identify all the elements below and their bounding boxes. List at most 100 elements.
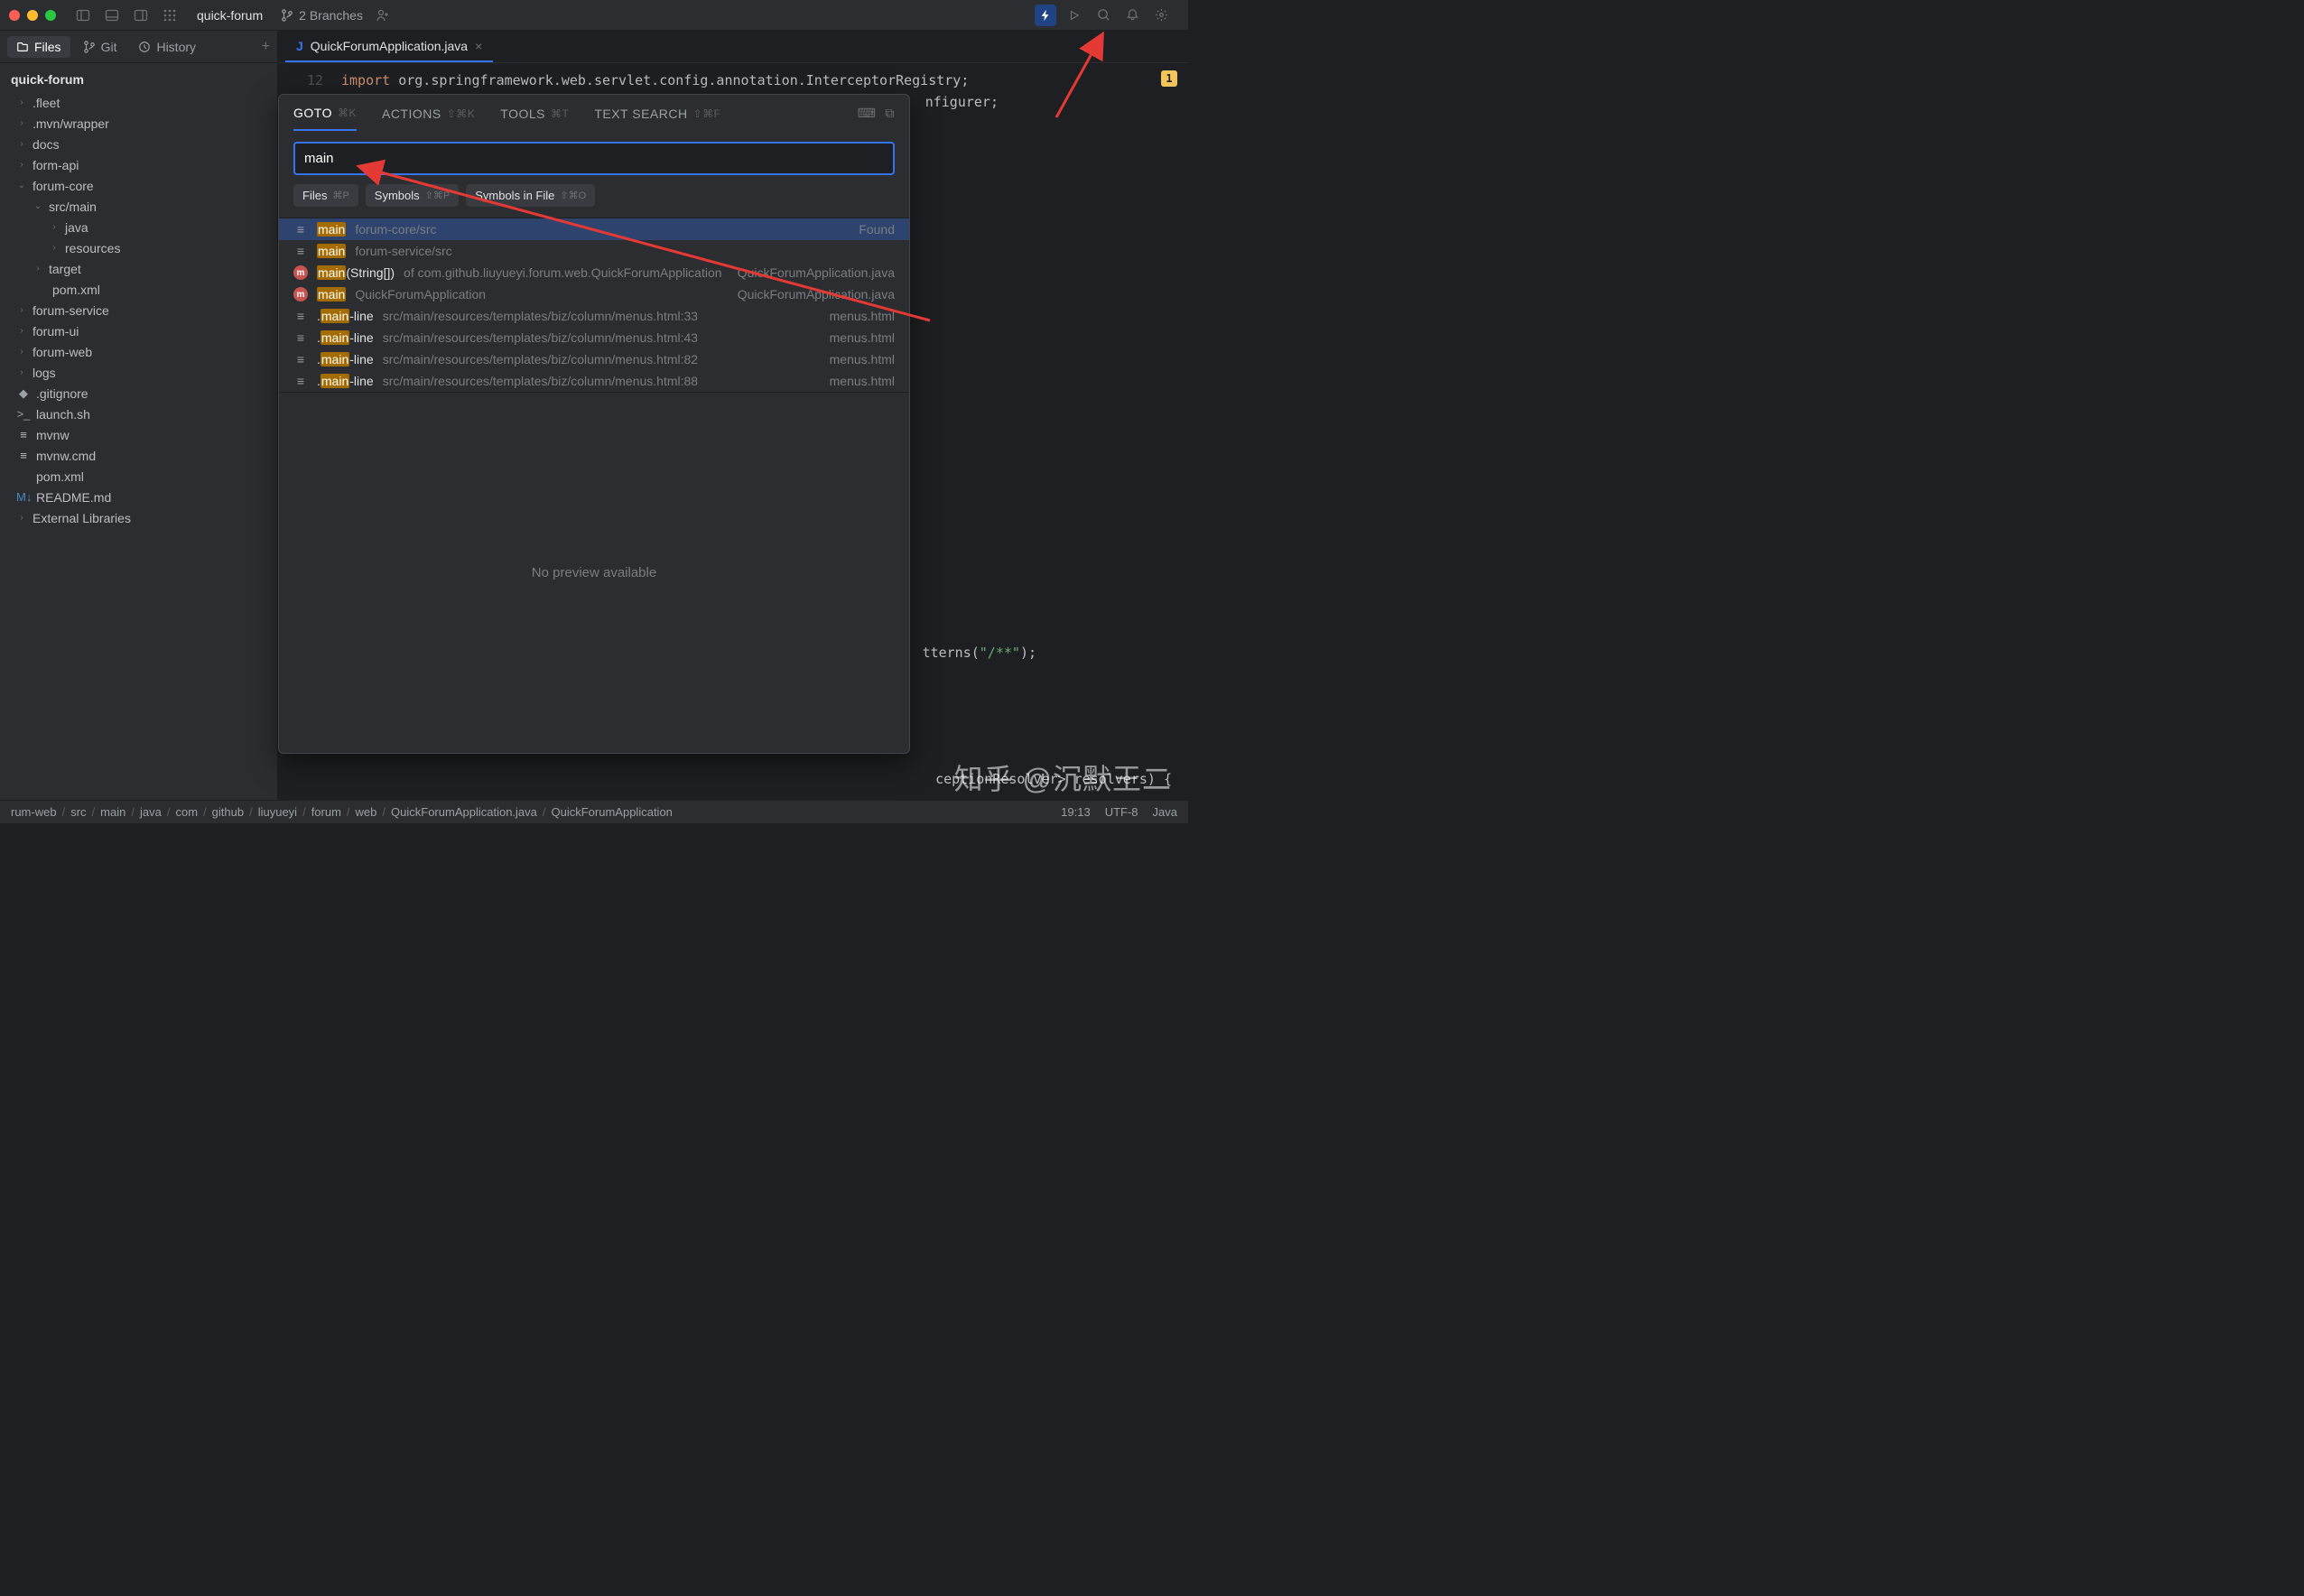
add-panel-icon[interactable]: + [262, 39, 270, 55]
keyboard-icon[interactable]: ⌨ [858, 106, 877, 131]
cursor-position[interactable]: 19:13 [1061, 805, 1091, 819]
crumb[interactable]: web [356, 805, 377, 819]
language-mode[interactable]: Java [1153, 805, 1177, 819]
window-controls [9, 10, 56, 21]
result-row[interactable]: ≡main forum-core/srcFound [279, 218, 909, 240]
tree-node[interactable]: pom.xml [0, 466, 277, 487]
sidebar-tab-git[interactable]: Git [74, 36, 126, 58]
crumb[interactable]: QuickForumApplication.java [391, 805, 537, 819]
tree-node-label: docs [33, 137, 60, 152]
close-window-icon[interactable] [9, 10, 20, 21]
settings-icon[interactable] [1150, 5, 1172, 26]
code-fragment: nfigurer; [925, 92, 999, 112]
run-icon[interactable] [1064, 5, 1085, 26]
tree-node[interactable]: ›logs [0, 362, 277, 383]
result-row[interactable]: mmain QuickForumApplicationQuickForumApp… [279, 283, 909, 305]
crumb[interactable]: com [175, 805, 198, 819]
tree-node-label: resources [65, 241, 120, 255]
warnings-badge[interactable]: 1 [1161, 70, 1177, 87]
tree-node-label: forum-ui [33, 324, 79, 339]
folder-icon [16, 41, 29, 53]
tree-node[interactable]: ›.mvn/wrapper [0, 113, 277, 134]
goto-input[interactable] [293, 142, 895, 175]
history-icon [138, 41, 151, 53]
filter-chip[interactable]: Symbols⇧⌘P [366, 184, 459, 207]
tree-node[interactable]: › resources [0, 237, 277, 258]
result-row[interactable]: ≡.main-line src/main/resources/templates… [279, 348, 909, 370]
sidebar-tab-files[interactable]: Files [7, 36, 70, 58]
tree-node[interactable]: ≡mvnw.cmd [0, 445, 277, 466]
panel-bottom-icon[interactable] [101, 5, 123, 26]
result-row[interactable]: ≡main forum-service/src [279, 240, 909, 262]
result-row[interactable]: ≡.main-line src/main/resources/templates… [279, 305, 909, 327]
expand-arrow-icon: › [49, 243, 60, 253]
crumb[interactable]: forum [311, 805, 341, 819]
breadcrumbs[interactable]: rum-web/src/main/java/com/github/liuyuey… [11, 805, 673, 819]
tree-node[interactable]: › External Libraries [0, 507, 277, 528]
crumb[interactable]: main [100, 805, 125, 819]
tree-node[interactable]: ›docs [0, 134, 277, 154]
tree-node[interactable]: ›.fleet [0, 92, 277, 113]
crumb[interactable]: github [212, 805, 244, 819]
tree-node-label: src/main [49, 200, 97, 214]
result-type-icon: ≡ [293, 352, 308, 367]
add-collaborator-icon[interactable] [372, 5, 394, 26]
expand-arrow-icon: › [16, 513, 27, 523]
tree-node[interactable]: ›forum-ui [0, 320, 277, 341]
close-tab-icon[interactable]: × [475, 39, 482, 53]
file-type-icon: ◆ [16, 386, 31, 401]
tree-node[interactable]: pom.xml [0, 279, 277, 300]
goto-tab[interactable]: GOTO⌘K [293, 106, 357, 131]
panel-left-icon[interactable] [72, 5, 94, 26]
tree-node[interactable]: ◆.gitignore [0, 383, 277, 404]
result-type-icon: ≡ [293, 374, 308, 388]
sidebar-tab-history[interactable]: History [129, 36, 205, 58]
crumb[interactable]: rum-web [11, 805, 57, 819]
tree-node[interactable]: ⌄src/main [0, 196, 277, 217]
crumb[interactable]: liuyueyi [258, 805, 297, 819]
encoding[interactable]: UTF-8 [1105, 805, 1138, 819]
result-type-icon: ≡ [293, 309, 308, 323]
project-root[interactable]: quick-forum [0, 67, 277, 92]
notifications-icon[interactable] [1121, 5, 1143, 26]
line-number: 12 [296, 70, 323, 90]
titlebar: quick-forum 2 Branches [0, 0, 1188, 31]
maximize-window-icon[interactable] [45, 10, 56, 21]
project-name[interactable]: quick-forum [197, 8, 263, 23]
crumb[interactable]: src [70, 805, 86, 819]
tree-node[interactable]: M↓README.md [0, 487, 277, 507]
goto-tab[interactable]: TOOLS⌘T [500, 106, 569, 131]
tree-node-label: target [49, 262, 81, 276]
filter-chip[interactable]: Symbols in File⇧⌘O [466, 184, 595, 207]
result-row[interactable]: mmain(String[]) of com.github.liuyueyi.f… [279, 262, 909, 283]
crumb[interactable]: QuickForumApplication [552, 805, 673, 819]
panel-right-icon[interactable] [130, 5, 152, 26]
result-row[interactable]: ≡.main-line src/main/resources/templates… [279, 370, 909, 392]
crumb[interactable]: java [140, 805, 162, 819]
open-new-icon[interactable]: ⧉ [886, 106, 896, 131]
tree-node[interactable]: ⌄forum-core [0, 175, 277, 196]
tree-node[interactable]: ≡mvnw [0, 424, 277, 445]
tree-node[interactable]: ›java [0, 217, 277, 237]
expand-arrow-icon: › [16, 118, 27, 128]
file-tab[interactable]: J QuickForumApplication.java × [285, 32, 493, 62]
search-icon[interactable] [1092, 5, 1114, 26]
smart-mode-icon[interactable] [1035, 5, 1056, 26]
tree-node[interactable]: ›target [0, 258, 277, 279]
tree-node[interactable]: >_launch.sh [0, 404, 277, 424]
tree-node[interactable]: ›form-api [0, 154, 277, 175]
tree-node-label: launch.sh [36, 407, 90, 422]
tree-node-label: mvnw.cmd [36, 449, 96, 463]
result-row[interactable]: ≡.main-line src/main/resources/templates… [279, 327, 909, 348]
tree-node[interactable]: ›forum-service [0, 300, 277, 320]
goto-tab[interactable]: TEXT SEARCH⇧⌘F [594, 106, 720, 131]
expand-arrow-icon: › [16, 97, 27, 107]
tree-node-label: External Libraries [33, 511, 131, 525]
branches-indicator[interactable]: 2 Branches [281, 8, 363, 23]
apps-grid-icon[interactable] [159, 5, 181, 26]
filter-chip[interactable]: Files⌘P [293, 184, 358, 207]
goto-tab[interactable]: ACTIONS⇧⌘K [382, 106, 475, 131]
expand-arrow-icon: ⌄ [16, 181, 27, 190]
minimize-window-icon[interactable] [27, 10, 38, 21]
tree-node[interactable]: ›forum-web [0, 341, 277, 362]
